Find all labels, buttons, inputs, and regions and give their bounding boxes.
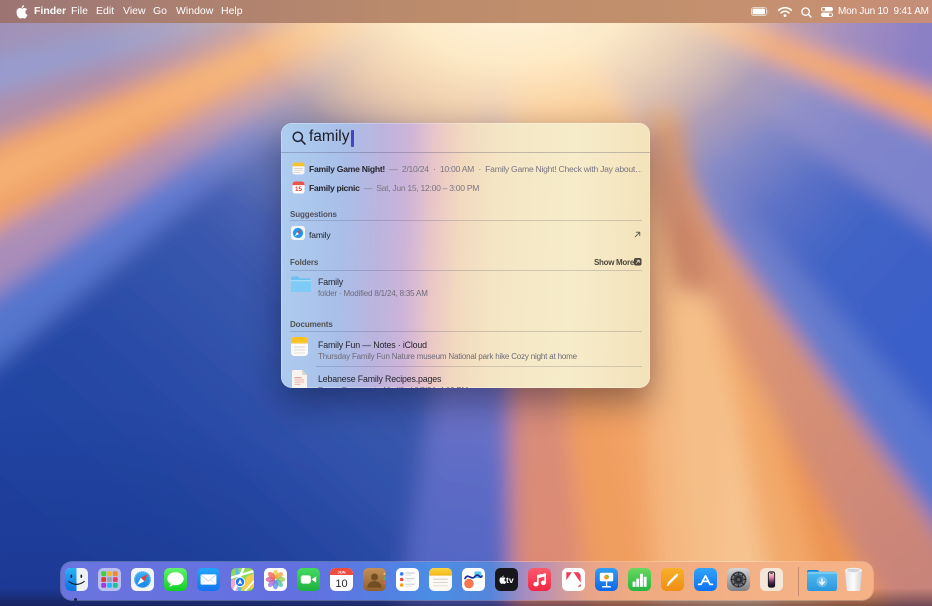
svg-text:tv: tv: [506, 575, 514, 585]
svg-text:10: 10: [335, 578, 347, 590]
svg-text:JUN: JUN: [337, 569, 345, 574]
svg-text:15: 15: [295, 186, 302, 193]
